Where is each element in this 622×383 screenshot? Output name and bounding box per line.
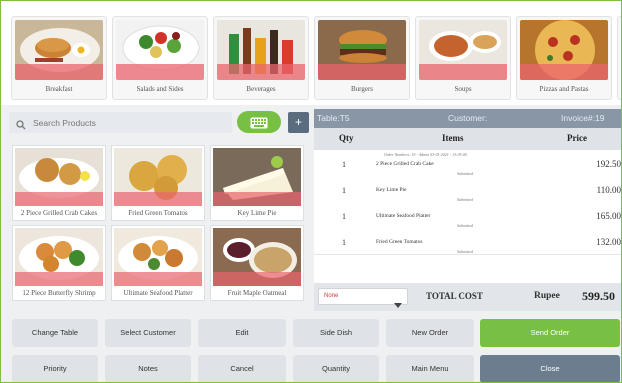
salad-plate-icon xyxy=(116,20,204,80)
search-bar[interactable] xyxy=(9,112,232,133)
category-tile-salads[interactable]: Salads and Sides xyxy=(112,16,208,100)
soup-bowl-icon xyxy=(419,20,507,80)
product-tile[interactable]: 2 Piece Grilled Crab Cakes xyxy=(12,145,106,221)
send-order-button[interactable]: Send Order xyxy=(480,319,620,347)
search-input[interactable] xyxy=(33,114,223,131)
burger-icon xyxy=(318,20,406,80)
product-label: Ultimate Seafood Platter xyxy=(123,289,193,297)
order-price: 165.00 xyxy=(596,211,621,221)
order-row[interactable]: 1 Key Lime Pie 110.00 Submitted xyxy=(314,176,621,203)
key-lime-pie-image xyxy=(213,148,301,206)
product-tile[interactable]: Fried Green Tomatos xyxy=(111,145,205,221)
category-label: Soups xyxy=(454,85,472,93)
order-price: 132.00 xyxy=(596,237,621,247)
order-columns: Qty Items Price xyxy=(314,128,621,150)
side-dish-button[interactable]: Side Dish xyxy=(293,319,379,347)
priority-button[interactable]: Priority xyxy=(12,355,98,382)
discount-select[interactable]: None xyxy=(318,288,408,308)
product-label: Fruit Maple Oatmeal xyxy=(227,289,287,297)
quantity-button[interactable]: Quantity xyxy=(293,355,379,382)
main-menu-button[interactable]: Main Menu xyxy=(386,355,474,382)
product-label: 2 Piece Grilled Crab Cakes xyxy=(20,209,98,217)
product-tile[interactable]: Fruit Maple Oatmeal xyxy=(210,225,304,301)
keyboard-button[interactable] xyxy=(237,111,281,133)
pizza-icon xyxy=(520,20,608,80)
order-qty: 1 xyxy=(342,186,346,195)
category-tile-beverages[interactable]: Beverages xyxy=(213,16,309,100)
order-row[interactable]: 1 Ultimate Seafood Platter 165.00 Submit… xyxy=(314,202,621,229)
currency-label: Rupee xyxy=(534,291,560,301)
total-cost-label: TOTAL COST xyxy=(426,291,483,301)
discount-select-value: None xyxy=(324,293,339,299)
new-order-button[interactable]: New Order xyxy=(386,319,474,347)
category-label: Breakfast xyxy=(45,85,73,93)
order-item: Ultimate Seafood Platter xyxy=(376,213,431,219)
keyboard-icon xyxy=(250,116,268,134)
category-label: Pizzas and Pastas xyxy=(539,85,589,93)
order-meta-note: Order Numbers: 19 - Admin 03-01-2021 - 1… xyxy=(384,152,467,157)
chevron-down-icon xyxy=(394,295,402,313)
product-tile[interactable]: 12 Piece Butterfly Shrimp xyxy=(12,225,106,301)
product-tile[interactable]: Ultimate Seafood Platter xyxy=(111,225,205,301)
crab-cakes-image xyxy=(15,148,103,206)
category-tile-breakfast[interactable]: Breakfast xyxy=(11,16,107,100)
notes-button[interactable]: Notes xyxy=(105,355,191,382)
order-row[interactable]: Order Numbers: 19 - Admin 03-01-2021 - 1… xyxy=(314,150,621,177)
customer-label: Customer: xyxy=(448,113,488,123)
order-price: 192.50 xyxy=(596,159,621,169)
order-panel: Table:T5 Customer: Invoice#:19 Qty Items… xyxy=(314,109,621,308)
qty-column-header: Qty xyxy=(339,133,354,143)
order-status: Submitted xyxy=(457,249,473,254)
category-strip: Breakfast Salads and Sides Beverages Bur… xyxy=(1,1,621,105)
green-tomatos-image xyxy=(114,148,202,206)
breakfast-plate-icon xyxy=(15,20,103,80)
order-item: Fried Green Tomatos xyxy=(376,239,423,245)
butterfly-shrimp-image xyxy=(15,228,103,286)
order-row[interactable]: 1 Fried Green Tomatos 132.00 Submitted xyxy=(314,228,621,255)
order-qty: 1 xyxy=(342,160,346,169)
order-qty: 1 xyxy=(342,212,346,221)
edit-button[interactable]: Edit xyxy=(198,319,286,347)
drink-bottles-icon xyxy=(217,20,305,80)
price-column-header: Price xyxy=(567,133,587,143)
order-item: 2 Piece Grilled Crab Cake xyxy=(376,161,434,167)
order-qty: 1 xyxy=(342,238,346,247)
category-label: Salads and Sides xyxy=(136,85,184,93)
product-label: Fried Green Tomatos xyxy=(128,209,188,217)
items-column-header: Items xyxy=(442,133,464,143)
product-label: Key Lime Pie xyxy=(237,209,277,217)
search-icon xyxy=(16,117,26,135)
total-amount: 599.50 xyxy=(582,289,615,303)
category-tile-burgers[interactable]: Burgers xyxy=(314,16,410,100)
category-tile-soups[interactable]: Soups xyxy=(415,16,511,100)
table-label: Table:T5 xyxy=(317,113,350,123)
category-label: Beverages xyxy=(246,85,276,93)
seafood-platter-image xyxy=(114,228,202,286)
oatmeal-image xyxy=(213,228,301,286)
select-customer-button[interactable]: Select Customer xyxy=(105,319,191,347)
total-bar: None TOTAL COST Rupee 599.50 xyxy=(314,283,621,311)
category-label: Burgers xyxy=(350,85,374,93)
category-tile-partial[interactable] xyxy=(617,16,621,100)
pos-window: Breakfast Salads and Sides Beverages Bur… xyxy=(0,0,622,383)
order-header: Table:T5 Customer: Invoice#:19 xyxy=(314,109,621,128)
cancel-button[interactable]: Cancel xyxy=(198,355,286,382)
product-tile[interactable]: Key Lime Pie xyxy=(210,145,304,221)
close-button[interactable]: Close xyxy=(480,355,620,382)
change-table-button[interactable]: Change Table xyxy=(12,319,98,347)
order-item: Key Lime Pie xyxy=(376,187,407,193)
category-tile-pizzas[interactable]: Pizzas and Pastas xyxy=(516,16,612,100)
order-price: 110.00 xyxy=(596,185,621,195)
invoice-label: Invoice#:19 xyxy=(561,113,605,123)
add-product-button[interactable]: + xyxy=(288,112,309,133)
product-label: 12 Piece Butterfly Shrimp xyxy=(22,289,96,297)
